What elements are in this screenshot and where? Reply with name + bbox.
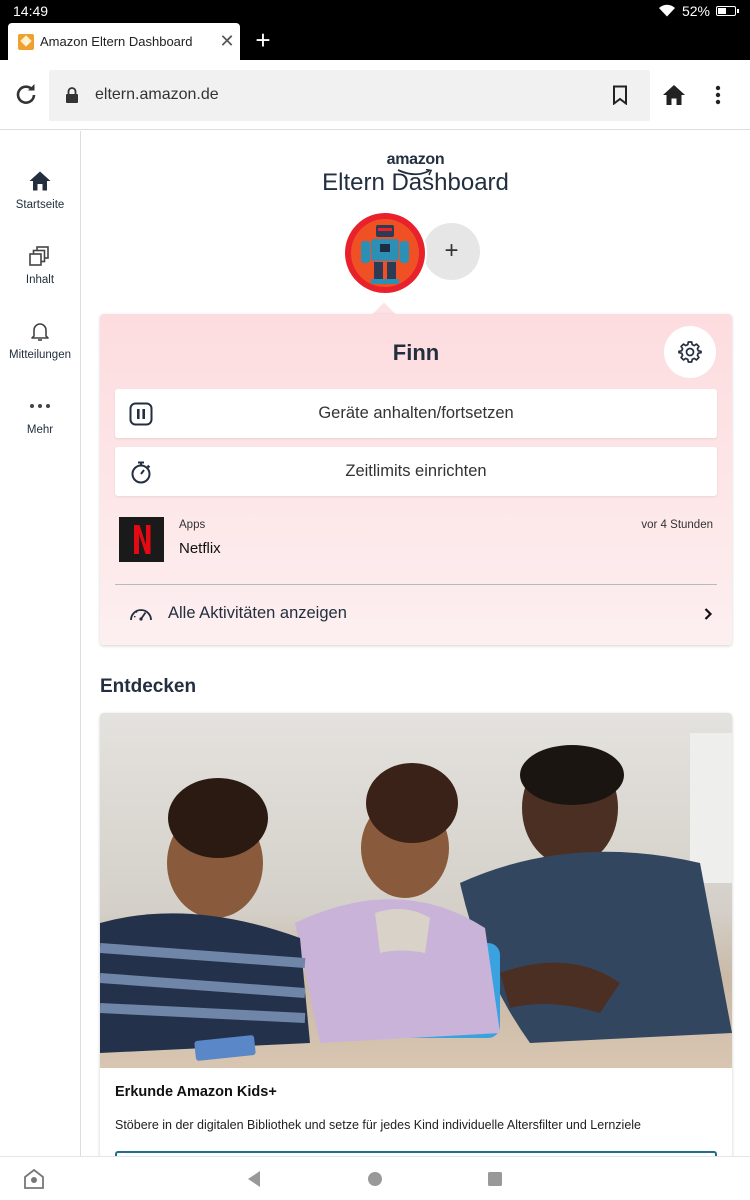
all-activities-link[interactable]: Alle Aktivitäten anzeigen [115,586,717,642]
wifi-icon [658,4,675,17]
chevron-right-icon [704,608,713,620]
sidebar-item-label: Mitteilungen [8,349,71,361]
browser-toolbar: eltern.amazon.de [0,60,750,130]
pause-devices-button[interactable]: Geräte anhalten/fortsetzen [115,389,717,438]
reload-icon[interactable] [14,82,38,106]
home-icon [29,171,51,191]
browser-tab[interactable]: Amazon Eltern Dashboard ✕ [8,23,240,60]
browser-home-icon[interactable] [662,84,686,106]
all-activities-label: Alle Aktivitäten anzeigen [168,604,347,622]
discover-card-title: Erkunde Amazon Kids+ [115,1084,277,1100]
status-time: 14:49 [13,3,49,19]
family-tablet-photo [100,713,732,1068]
system-navigation-bar [0,1156,750,1200]
sidebar-item-mehr[interactable]: Mehr [0,394,80,436]
back-icon[interactable] [244,1169,264,1189]
tab-title: Amazon Eltern Dashboard [40,34,193,49]
gauge-icon [130,609,152,621]
status-indicators: 52% [658,3,739,19]
activity-item[interactable]: Apps Netflix vor 4 Stunden [115,513,717,563]
avatar[interactable] [343,211,427,295]
discover-card[interactable]: Erkunde Amazon Kids+ Stöbere in der digi… [100,713,732,1156]
profile-card: Finn Geräte anhalten/fortsetzen Zeitlimi… [100,314,732,645]
pause-devices-label: Geräte anhalten/fortsetzen [318,404,514,422]
url-text: eltern.amazon.de [95,86,219,103]
home-circle-icon[interactable] [365,1169,385,1189]
sidebar-item-inhalt[interactable]: Inhalt [0,244,80,286]
divider [115,584,717,585]
battery-percent: 52% [681,3,710,19]
page-title: Eltern Dashboard [322,169,509,196]
time-limits-label: Zeitlimits einrichten [345,462,487,480]
lock-icon [66,87,78,103]
sidebar-item-mitteilungen[interactable]: Mitteilungen [0,319,80,361]
main-content: amazon Eltern Dashboard + Finn Geräte an… [81,131,750,1156]
sidebar-item-startseite[interactable]: Startseite [0,169,80,211]
sidebar-item-label: Mehr [26,424,54,436]
address-bar[interactable]: eltern.amazon.de [49,70,650,121]
gear-icon [678,341,702,363]
content-icon [29,246,49,266]
add-profile-button[interactable]: + [423,223,480,280]
bookmark-icon[interactable] [612,85,628,105]
discover-card-text: Stöbere in der digitalen Bibliothek und … [115,1118,642,1132]
profile-name: Finn [392,340,440,365]
more-icon [30,404,50,408]
sidebar: Startseite Inhalt Mitteilungen Mehr [0,131,81,1156]
battery-icon [716,6,739,16]
sidebar-item-label: Inhalt [25,274,55,286]
kids-profile-icon[interactable] [24,1169,44,1189]
sidebar-item-label: Startseite [15,199,65,211]
activity-title: Netflix [179,540,221,557]
robot-avatar-icon [351,219,419,287]
activity-time: vor 4 Stunden [641,519,713,531]
section-title: Entdecken [100,676,197,697]
battery-level [718,8,726,14]
new-tab-button[interactable]: + [250,26,276,54]
profile-settings-button[interactable] [664,326,716,378]
status-bar: 14:49 52% [0,0,750,22]
close-tab-icon[interactable]: ✕ [214,31,240,52]
amazon-favicon-icon [18,33,34,50]
amazon-logo: amazon [386,151,445,168]
activity-category: Apps [179,519,206,531]
tab-strip: Amazon Eltern Dashboard ✕ + [0,22,750,60]
browser-menu-icon[interactable] [712,84,724,106]
netflix-logo-icon [119,517,164,562]
time-limits-button[interactable]: Zeitlimits einrichten [115,447,717,496]
bell-icon [31,323,49,341]
recents-icon[interactable] [485,1169,505,1189]
